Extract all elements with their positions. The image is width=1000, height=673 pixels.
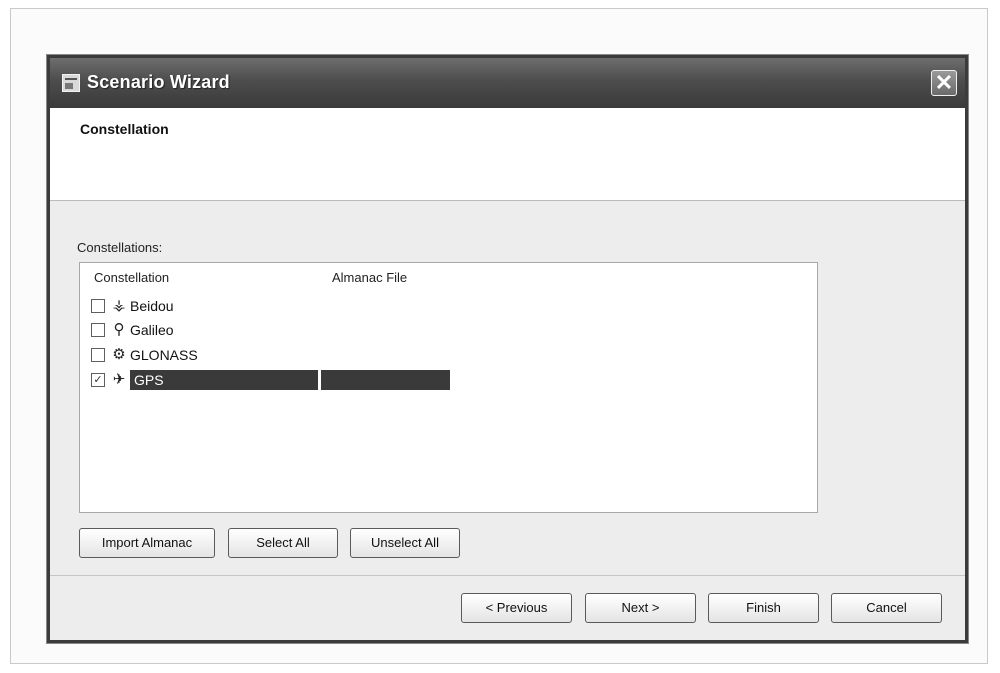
close-button[interactable]: ✕	[931, 70, 957, 96]
import-almanac-button[interactable]: Import Almanac	[79, 528, 215, 558]
list-item-beidou[interactable]: ⚶ Beidou	[90, 295, 790, 317]
close-icon: ✕	[934, 70, 954, 95]
beidou-checkbox[interactable]	[91, 299, 105, 313]
galileo-label: Galileo	[130, 322, 174, 338]
column-header-almanac-file[interactable]: Almanac File	[332, 270, 407, 285]
unselect-all-button[interactable]: Unselect All	[350, 528, 460, 558]
finish-button[interactable]: Finish	[708, 593, 819, 623]
list-item-glonass[interactable]: ⚙ GLONASS	[90, 344, 790, 366]
next-button[interactable]: Next >	[585, 593, 696, 623]
galileo-satellite-icon: ⚲	[113, 321, 125, 338]
glonass-satellite-icon: ⚙	[112, 346, 126, 363]
list-item-galileo[interactable]: ⚲ Galileo	[90, 319, 790, 341]
wizard-header: Constellation	[50, 108, 965, 201]
previous-button[interactable]: < Previous	[461, 593, 572, 623]
galileo-checkbox[interactable]	[91, 323, 105, 337]
page-title: Constellation	[80, 121, 169, 137]
select-all-button[interactable]: Select All	[228, 528, 338, 558]
gps-checkbox[interactable]: ✓	[91, 373, 105, 387]
beidou-label: Beidou	[130, 298, 174, 314]
list-item-gps[interactable]: ✓ ✈ GPS	[90, 369, 790, 391]
title-bar[interactable]: Scenario Wizard ✕	[50, 58, 965, 108]
gps-label: GPS	[134, 372, 164, 388]
glonass-checkbox[interactable]	[91, 348, 105, 362]
window-title: Scenario Wizard	[87, 72, 230, 92]
app-icon	[62, 74, 80, 92]
footer-divider	[50, 575, 965, 576]
beidou-satellite-icon: ⚶	[112, 297, 126, 314]
constellation-list[interactable]: Constellation Almanac File ⚶ Beidou ⚲ Ga…	[79, 262, 818, 513]
glonass-label: GLONASS	[130, 347, 198, 363]
scenario-wizard-dialog: Scenario Wizard ✕ Constellation Constell…	[47, 55, 968, 643]
constellations-label: Constellations:	[77, 240, 163, 255]
column-header-constellation[interactable]: Constellation	[94, 270, 169, 285]
almanac-file-cell	[321, 370, 450, 390]
cancel-button[interactable]: Cancel	[831, 593, 942, 623]
gps-satellite-icon: ✈	[112, 371, 126, 388]
